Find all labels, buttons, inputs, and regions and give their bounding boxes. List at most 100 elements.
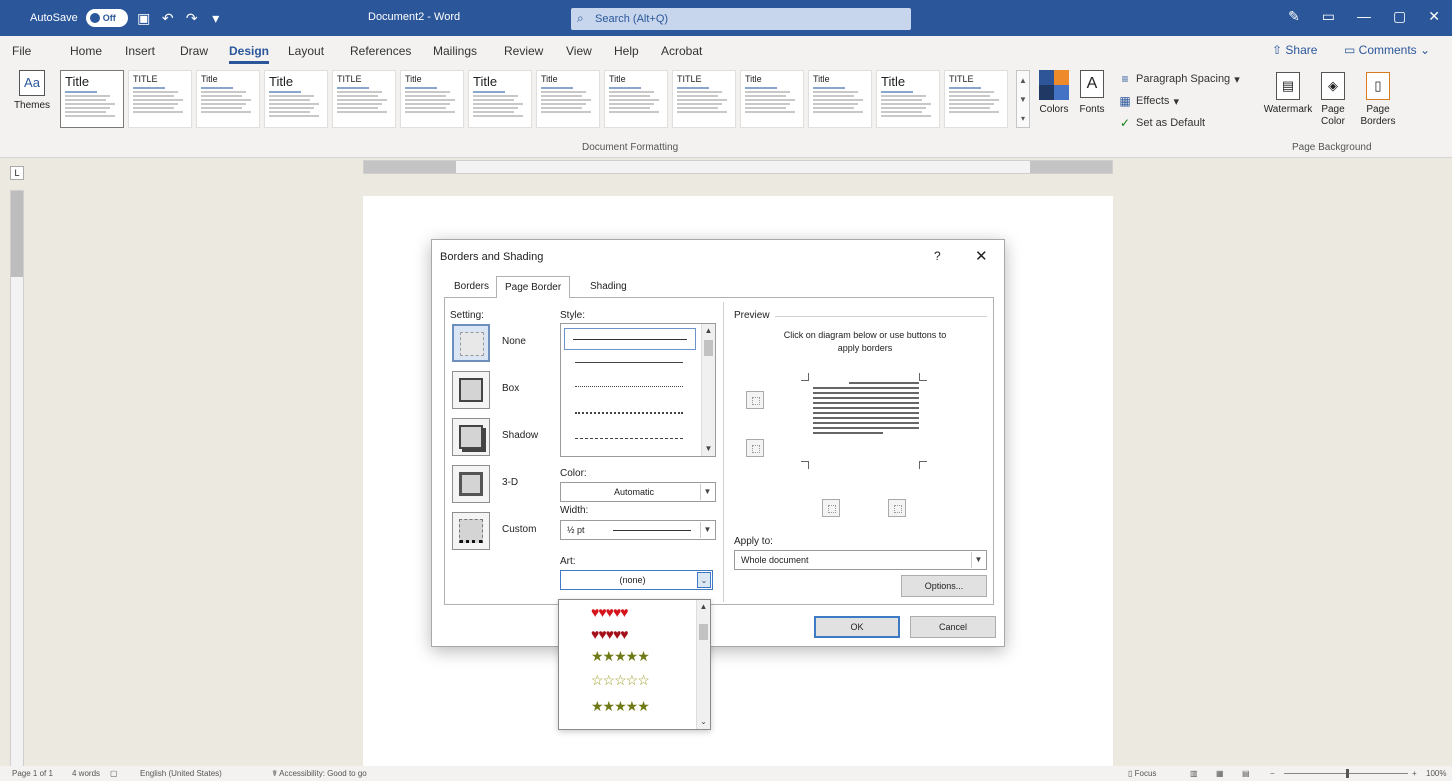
style-set-thumbnail[interactable]: TITLE xyxy=(332,70,396,128)
setting-shadow[interactable]: Shadow xyxy=(452,418,562,458)
art-option-hearts[interactable]: ♥♥♥♥♥ xyxy=(591,604,629,620)
proofing-icon[interactable]: ▢ xyxy=(110,769,118,778)
zoom-slider-thumb[interactable] xyxy=(1346,769,1349,778)
close-window-icon[interactable]: ✕ xyxy=(1428,8,1440,25)
restore-icon[interactable]: ▢ xyxy=(1393,8,1406,25)
style-list-scrollbar[interactable]: ▲ ▼ xyxy=(701,324,715,456)
print-layout-icon[interactable]: ▦ xyxy=(1216,769,1224,778)
pen-icon[interactable]: ✎ xyxy=(1288,8,1300,25)
options-button[interactable]: Options... xyxy=(901,575,987,597)
art-option-hearts-small[interactable]: ♥♥♥♥♥ xyxy=(591,626,629,642)
line-style-item[interactable] xyxy=(575,438,683,439)
ok-button[interactable]: OK xyxy=(814,616,900,638)
page-count[interactable]: Page 1 of 1 xyxy=(12,769,53,778)
top-border-button[interactable] xyxy=(746,391,764,409)
tab-draw[interactable]: Draw xyxy=(180,44,208,58)
setting-custom[interactable]: Custom xyxy=(452,512,562,552)
style-set-thumbnail[interactable]: Title xyxy=(604,70,668,128)
tab-layout[interactable]: Layout xyxy=(288,44,324,58)
minimize-icon[interactable]: — xyxy=(1357,8,1371,25)
art-option-stars-outline[interactable]: ☆☆☆☆☆ xyxy=(591,672,650,688)
accessibility-status[interactable]: ☤ Accessibility: Good to go xyxy=(272,769,367,778)
tab-references[interactable]: References xyxy=(350,44,411,58)
setting-3d[interactable]: 3-D xyxy=(452,465,562,505)
style-set-thumbnail[interactable]: TITLE xyxy=(128,70,192,128)
zoom-out-button[interactable]: − xyxy=(1270,769,1275,778)
effects-button[interactable]: ▦ Effects ▾ xyxy=(1118,94,1179,108)
vertical-ruler[interactable] xyxy=(10,190,24,770)
tab-review[interactable]: Review xyxy=(504,44,543,58)
width-dropdown[interactable]: ½ pt ▼ xyxy=(560,520,716,540)
zoom-level[interactable]: 100% xyxy=(1426,769,1446,778)
autosave-toggle[interactable]: Off xyxy=(85,9,128,27)
page-color-button[interactable]: ◈ Page Color xyxy=(1318,72,1348,128)
style-set-thumbnail[interactable]: Title xyxy=(740,70,804,128)
style-set-thumbnail[interactable]: Title xyxy=(876,70,940,128)
scroll-up-icon[interactable]: ▲ xyxy=(697,601,710,613)
tab-help[interactable]: Help xyxy=(614,44,639,58)
redo-icon[interactable]: ↷ xyxy=(184,10,200,27)
focus-button[interactable]: ▯ Focus xyxy=(1128,769,1156,778)
line-style-list[interactable]: ▲ ▼ xyxy=(560,323,716,457)
art-option-stars-olive[interactable]: ★★★★★ xyxy=(591,648,650,664)
style-set-thumbnail[interactable]: Title xyxy=(400,70,464,128)
setting-box[interactable]: Box xyxy=(452,371,562,411)
ribbon-display-icon[interactable]: ▭ xyxy=(1322,8,1335,25)
tab-selector[interactable]: L xyxy=(10,166,24,180)
help-icon[interactable]: ? xyxy=(934,249,941,263)
style-set-thumbnail[interactable]: Title xyxy=(536,70,600,128)
tab-page-border[interactable]: Page Border xyxy=(496,276,571,298)
style-set-thumbnail[interactable]: Title xyxy=(468,70,532,128)
tab-home[interactable]: Home xyxy=(70,44,102,58)
share-button[interactable]: ⇧ Share xyxy=(1272,43,1317,57)
cancel-button[interactable]: Cancel xyxy=(910,616,996,638)
scroll-down-icon[interactable]: ⌄ xyxy=(697,716,710,728)
search-box[interactable]: ⌕ Search (Alt+Q) xyxy=(571,8,911,30)
fonts-button[interactable]: A Fonts xyxy=(1076,70,1108,115)
line-style-selected[interactable] xyxy=(564,328,696,350)
gallery-scroll[interactable]: ▲ ▼ ▾ xyxy=(1016,70,1030,128)
read-mode-icon[interactable]: ▥ xyxy=(1190,769,1198,778)
scroll-thumb[interactable] xyxy=(699,624,708,640)
language-indicator[interactable]: English (United States) xyxy=(140,769,222,778)
tab-design[interactable]: Design xyxy=(229,44,270,64)
art-dropdown[interactable]: (none) ⌄ xyxy=(560,570,713,590)
scroll-down-icon[interactable]: ▼ xyxy=(702,443,715,455)
color-dropdown[interactable]: Automatic ▼ xyxy=(560,482,716,502)
bottom-border-button[interactable] xyxy=(746,439,764,457)
style-set-thumbnail[interactable]: TITLE xyxy=(944,70,1008,128)
style-set-thumbnail[interactable]: Title xyxy=(60,70,124,128)
setting-none[interactable]: None xyxy=(452,324,562,364)
tab-acrobat[interactable]: Acrobat xyxy=(661,44,702,58)
line-style-item[interactable] xyxy=(575,412,683,414)
right-border-button[interactable] xyxy=(888,499,906,517)
web-layout-icon[interactable]: ▤ xyxy=(1242,769,1250,778)
scroll-up-icon[interactable]: ▲ xyxy=(702,325,715,337)
tab-mailings[interactable]: Mailings xyxy=(433,44,477,58)
preview-diagram[interactable] xyxy=(801,373,931,473)
comments-button[interactable]: ▭ Comments ⌄ xyxy=(1344,43,1430,57)
tab-insert[interactable]: Insert xyxy=(125,44,155,58)
line-style-item[interactable] xyxy=(575,386,683,387)
tab-file[interactable]: File xyxy=(12,44,31,58)
word-count[interactable]: 4 words xyxy=(72,769,100,778)
close-icon[interactable]: ✕ xyxy=(975,247,988,265)
watermark-button[interactable]: ▤ Watermark xyxy=(1262,72,1314,116)
tab-borders[interactable]: Borders xyxy=(446,276,497,298)
zoom-in-button[interactable]: + xyxy=(1412,769,1417,778)
art-list-scrollbar[interactable]: ▲ ⌄ xyxy=(696,600,710,729)
line-style-item[interactable] xyxy=(575,362,683,363)
colors-button[interactable]: Colors xyxy=(1036,70,1072,115)
set-as-default-button[interactable]: ✓ Set as Default xyxy=(1118,116,1205,130)
art-options-list[interactable]: ♥♥♥♥♥ ♥♥♥♥♥ ★★★★★ ☆☆☆☆☆ ★★★★★ ▲ ⌄ xyxy=(558,599,711,730)
style-set-thumbnail[interactable]: Title xyxy=(196,70,260,128)
tab-view[interactable]: View xyxy=(566,44,592,58)
page-borders-button[interactable]: ▯ Page Borders xyxy=(1356,72,1400,128)
tab-shading[interactable]: Shading xyxy=(582,276,635,298)
apply-to-dropdown[interactable]: Whole document ▼ xyxy=(734,550,987,570)
left-border-button[interactable] xyxy=(822,499,840,517)
style-set-thumbnail[interactable]: Title xyxy=(808,70,872,128)
art-option-stars-green[interactable]: ★★★★★ xyxy=(591,698,650,714)
style-set-thumbnail[interactable]: Title xyxy=(264,70,328,128)
scroll-thumb[interactable] xyxy=(704,340,713,356)
